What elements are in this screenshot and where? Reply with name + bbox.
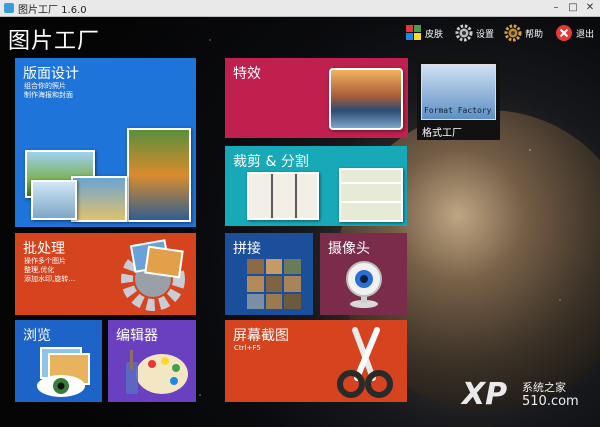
tile-screenshot-shortcut: Ctrl+F5 [234,344,261,352]
settings-label: 设置 [476,29,495,40]
skin-button[interactable]: 皮肤 [406,24,443,42]
tile-stitch-title: 拼接 [233,241,261,257]
tile-layout-title: 版面设计 [23,66,79,82]
tile-batch[interactable]: 批处理 操作多个图片 整理,优化 添加水印,旋转… [15,233,196,315]
gear-icon [455,24,473,42]
tile-layout-desc-1: 组合你的照片 [24,82,66,90]
batch-gear-photos-icon [121,239,185,311]
tile-format-factory-title: 格式工厂 [422,128,462,139]
tile-editor-title: 编辑器 [116,328,158,344]
palette-icon [406,25,421,40]
tile-screenshot[interactable]: 屏幕截图 Ctrl+F5 [225,320,407,402]
split-photo-icon [339,168,403,222]
eye-photos-icon [37,347,90,397]
tile-editor[interactable]: 编辑器 [108,320,196,402]
scissors-icon [337,327,393,398]
tile-screenshot-title: 屏幕截图 [233,328,289,344]
tile-effects-title: 特效 [233,66,261,82]
exit-button[interactable]: 退出 [555,24,594,42]
tile-batch-desc-2: 整理,优化 [24,266,55,274]
format-factory-icon: Format Factory [421,64,496,120]
stitch-grid-icon [247,259,301,309]
watermark-line2: 510.com [522,394,579,409]
window-title: 图片工厂 1.6.0 [18,5,87,16]
close-window-button[interactable]: ✕ [582,1,598,14]
exit-icon [556,25,572,41]
collage-photo-icon [127,128,191,222]
tile-layout-desc-2: 制作海报和封面 [24,91,73,99]
help-button[interactable]: 帮助 [504,24,543,42]
help-gear-icon [504,24,522,42]
help-label: 帮助 [525,29,544,40]
tile-browse-title: 浏览 [23,328,51,344]
tile-crop-title: 裁剪 & 分割 [233,154,309,170]
tile-stitch[interactable]: 拼接 [225,233,313,315]
tile-camera-title: 摄像头 [328,241,370,257]
app-window: 图片工厂 1.6.0 – □ ✕ 图片工厂 皮肤 设置 帮助 退出 版面设计 组… [0,0,600,427]
tile-format-factory[interactable]: Format Factory 格式工厂 [417,60,500,140]
watermark-line1: 系统之家 [522,381,566,394]
exit-label: 退出 [576,29,595,40]
app-icon [4,3,14,13]
paint-palette-icon [126,350,188,394]
tile-batch-title: 批处理 [23,241,65,257]
tile-layout-design[interactable]: 版面设计 组合你的照片 制作海报和封面 [15,58,196,227]
tile-effects[interactable]: 特效 [225,58,408,138]
title-bar[interactable]: 图片工厂 1.6.0 – □ ✕ [0,0,600,17]
maximize-button[interactable]: □ [565,1,581,14]
watermark-logo: XP [462,377,508,412]
watermark: XP 系统之家 510.com [462,377,582,417]
settings-button[interactable]: 设置 [455,24,494,42]
butterfly-photo-icon [31,180,77,220]
effects-photo-icon [329,68,403,130]
app-title: 图片工厂 [8,29,101,54]
tile-batch-desc-3: 添加水印,旋转… [24,275,76,283]
landscape-photo-icon [71,176,127,222]
minimize-button[interactable]: – [548,1,564,14]
webcam-icon [346,261,382,308]
tile-batch-desc-1: 操作多个图片 [24,257,66,265]
skin-label: 皮肤 [425,29,444,40]
format-factory-badge: Format Factory [424,106,492,115]
tile-browse[interactable]: 浏览 [15,320,102,402]
puppies-photo-icon [247,172,319,220]
tile-crop-split[interactable]: 裁剪 & 分割 [225,146,407,226]
tile-camera[interactable]: 摄像头 [320,233,407,315]
